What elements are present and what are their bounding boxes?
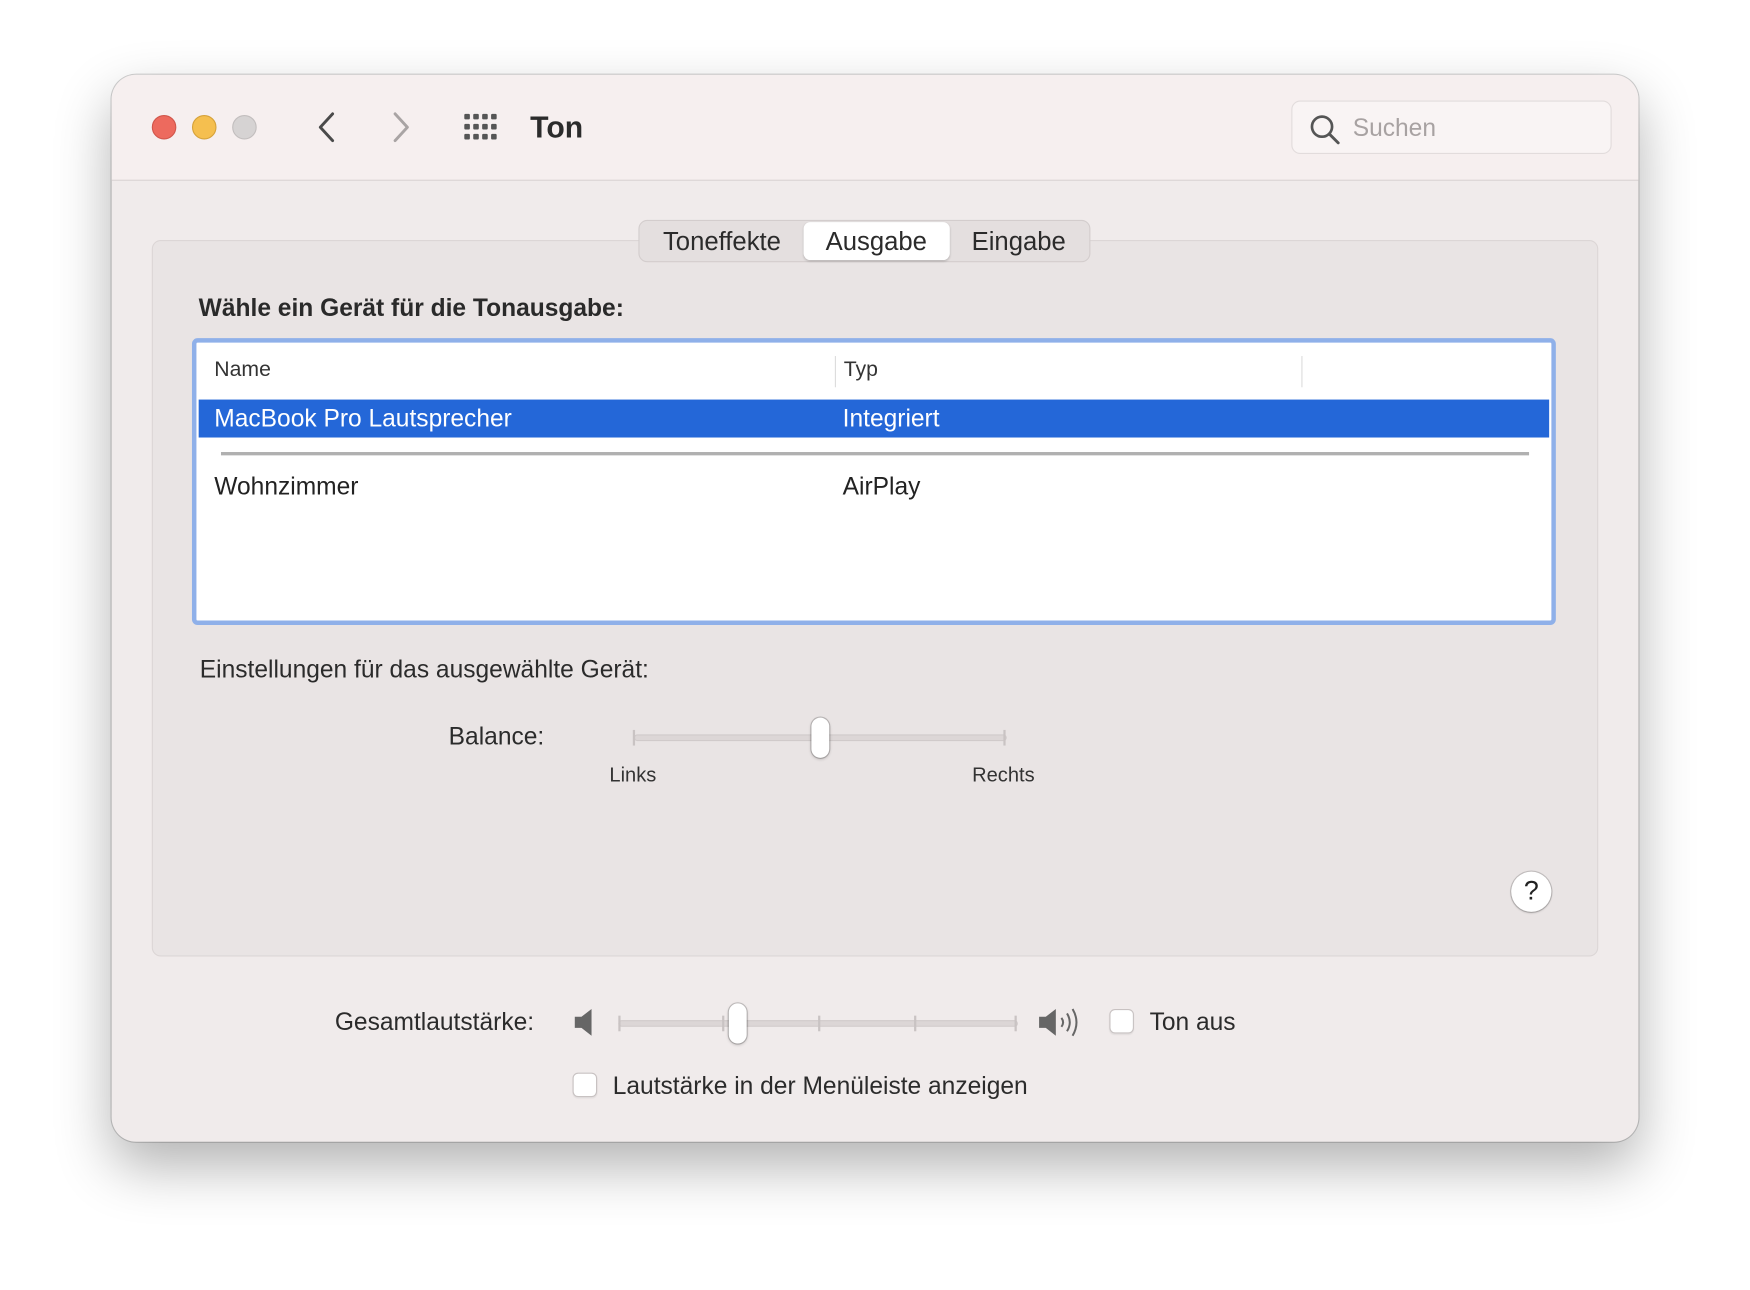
output-heading: Wähle ein Gerät für die Tonausgabe: — [198, 293, 624, 322]
speaker-low-icon — [574, 1008, 592, 1036]
mute-label: Ton aus — [1149, 1007, 1236, 1036]
balance-tick — [1003, 729, 1006, 746]
tab-toneffekte[interactable]: Toneffekte — [641, 222, 804, 260]
chevron-left-icon — [318, 112, 335, 143]
grid-icon — [464, 113, 497, 140]
table-row[interactable]: MacBook Pro Lautsprecher Integriert — [198, 399, 1550, 438]
balance-left-label: Links — [609, 763, 657, 786]
output-device-table[interactable]: Name Typ MacBook Pro Lautsprecher Integr… — [191, 338, 1556, 626]
zoom-button[interactable] — [232, 114, 257, 140]
search-icon — [1310, 115, 1340, 145]
speaker-high-icon — [1039, 1008, 1078, 1037]
volume-tick — [818, 1015, 821, 1032]
preferences-window: Ton Toneffekte Ausgabe Eingabe Wähle ein… — [111, 74, 1639, 1142]
window-title: Ton — [530, 110, 584, 144]
tab-eingabe[interactable]: Eingabe — [949, 222, 1088, 260]
show-volume-in-menubar-label: Lautstärke in der Menüleiste anzeigen — [612, 1071, 1028, 1100]
volume-tick — [914, 1015, 917, 1032]
minimize-button[interactable] — [191, 114, 217, 140]
chevron-right-icon — [393, 112, 409, 143]
mute-checkbox[interactable] — [1109, 1008, 1134, 1034]
balance-tick — [632, 729, 636, 746]
column-separator — [1301, 356, 1303, 388]
table-row[interactable]: Wohnzimmer AirPlay — [199, 468, 1549, 506]
device-settings-heading: Einstellungen für das ausgewählte Gerät: — [199, 655, 649, 684]
row-divider — [220, 452, 1530, 456]
balance-right-label: Rechts — [972, 763, 1035, 786]
screen: Ton Toneffekte Ausgabe Eingabe Wähle ein… — [0, 0, 1750, 1290]
show-all-button[interactable] — [460, 110, 505, 143]
volume-tick — [1014, 1015, 1017, 1032]
device-name: Wohnzimmer — [214, 472, 359, 501]
balance-slider-knob[interactable] — [811, 717, 830, 758]
help-button[interactable]: ? — [1511, 871, 1552, 912]
tab-ausgabe[interactable]: Ausgabe — [803, 222, 950, 261]
column-header-name[interactable]: Name — [214, 358, 271, 383]
device-type: Integriert — [842, 404, 940, 432]
close-button[interactable] — [151, 114, 177, 140]
device-name: MacBook Pro Lautsprecher — [214, 404, 512, 432]
volume-tick — [722, 1015, 725, 1032]
search-input[interactable] — [1350, 108, 1601, 149]
show-volume-in-menubar-checkbox[interactable] — [572, 1072, 598, 1098]
volume-slider-knob[interactable] — [729, 1003, 748, 1044]
balance-label: Balance: — [448, 722, 545, 751]
volume-label: Gesamtlautstärke: — [334, 1007, 535, 1036]
volume-tick — [618, 1015, 621, 1032]
back-button[interactable] — [308, 108, 346, 146]
column-separator — [834, 356, 836, 388]
tab-bar: Toneffekte Ausgabe Eingabe — [638, 219, 1091, 263]
column-header-type[interactable]: Typ — [844, 358, 878, 383]
device-type: AirPlay — [842, 472, 921, 501]
forward-button[interactable] — [382, 108, 420, 146]
search-field[interactable] — [1291, 100, 1612, 155]
title-bar: Ton — [111, 74, 1639, 181]
